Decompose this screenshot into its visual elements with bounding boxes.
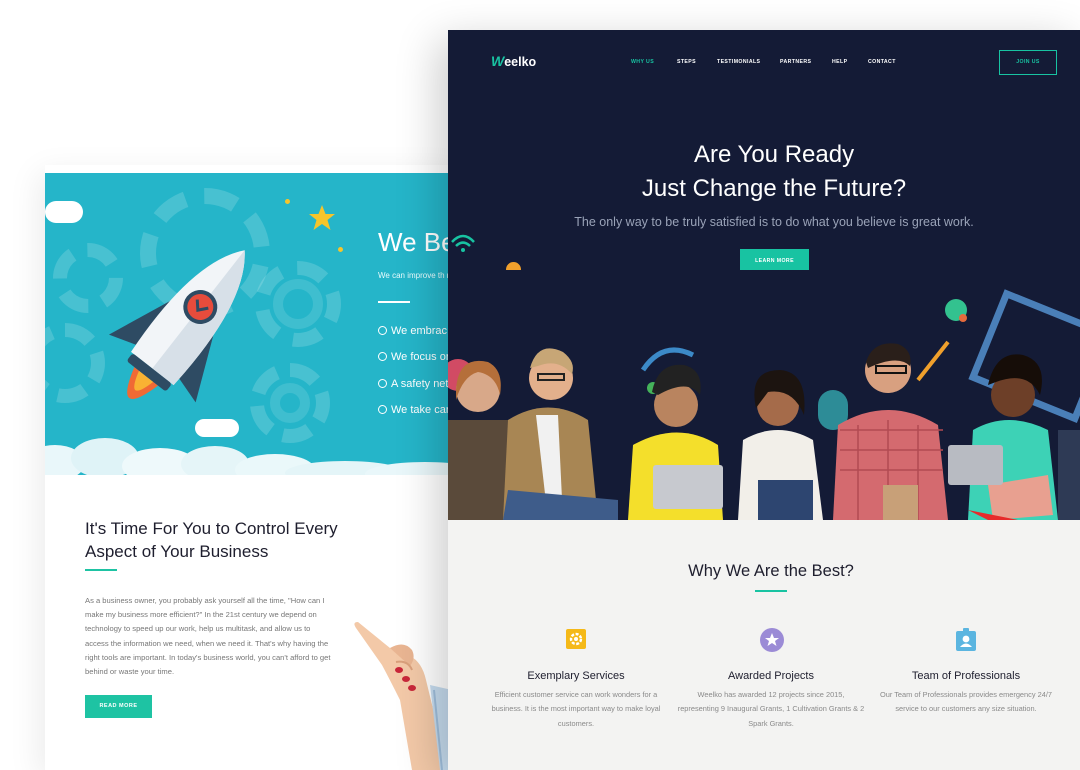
back-section-heading: It's Time For You to Control Every Aspec… [85,519,338,561]
divider [755,590,787,592]
section-title: Why We Are the Best? [688,562,854,580]
hero-title-line: Are You Ready [693,141,855,168]
divider [378,301,410,303]
smile-icon [378,405,387,414]
feature-title: Team of Professionals [911,670,1021,682]
nav-testimonials[interactable]: TESTIMONIALS [717,59,760,65]
star-dot [285,199,290,204]
nav-contact[interactable]: CONTACT [868,59,896,65]
info-icon [378,379,387,388]
gear-decoration [273,279,323,329]
divider [85,569,117,571]
nav-steps[interactable]: STEPS [677,59,696,65]
back-feature-item: We take car [378,404,450,416]
back-hero-title: We Be [378,227,456,257]
read-more-button[interactable]: READ MORE [85,695,152,718]
back-feature-item: A safety net [378,378,448,390]
why-best-section: Why We Are the Best? Exemplary Services … [448,520,1080,770]
hero-subtitle: The only way to be truly satisfied is to… [574,215,974,229]
rocket-illustration [108,250,245,403]
feature-text: Our Team of Professionals provides emerg… [880,690,1052,714]
navbar: Weelko WHY US STEPS TESTIMONIALS PARTNER… [448,30,1080,94]
feature-text: Weelko has awarded 12 projects since 201… [677,690,865,728]
logo-text: eelko [504,55,537,69]
back-feature-label: A safety net [391,378,449,390]
back-feature-label: We embrac [391,325,448,337]
feature-card: Team of Professionals Our Team of Profes… [871,628,1061,717]
logo[interactable]: Weelko [491,53,536,69]
star-icon [760,628,784,652]
back-feature-label: We take car [391,404,450,416]
back-feature-item: We embrac [378,325,447,337]
back-section-paragraph: As a business owner, you probably ask yo… [85,596,331,677]
back-feature-label: We focus or [391,351,450,363]
feature-text: Efficient customer service can work wond… [491,690,661,728]
rocket-hero-banner: We Be We can improve th net through insu… [45,173,465,475]
nav-why-us[interactable]: WHY US [631,59,654,65]
cloud-icon [45,201,83,223]
team-photo [448,270,1080,520]
front-page-preview: Weelko WHY US STEPS TESTIMONIALS PARTNER… [448,30,1080,770]
hero-title-line: Just Change the Future? [641,175,907,202]
back-feature-item: We focus or [378,351,450,363]
feature-title: Exemplary Services [527,670,625,682]
crosshair-icon [378,352,387,361]
feature-card: Awarded Projects Weelko has awarded 12 p… [676,628,866,731]
user-circle-icon [378,326,387,335]
nav-help[interactable]: HELP [832,59,847,65]
star-icon [309,205,335,230]
hero-section: Weelko WHY US STEPS TESTIMONIALS PARTNER… [448,30,1080,520]
hero-title: Are You Ready Just Change the Future? [448,138,1080,206]
pointing-hand-image [354,622,452,770]
id-badge-icon [955,628,977,651]
gear-decoration [270,383,310,423]
nav-partners[interactable]: PARTNERS [780,59,811,65]
star-dot [338,247,343,252]
gear-icon [565,628,587,650]
logo-mark: W [491,53,505,69]
join-us-button[interactable]: JOIN US [999,50,1057,75]
feature-title: Awarded Projects [727,670,814,682]
feature-card: Exemplary Services Efficient customer se… [481,628,671,731]
